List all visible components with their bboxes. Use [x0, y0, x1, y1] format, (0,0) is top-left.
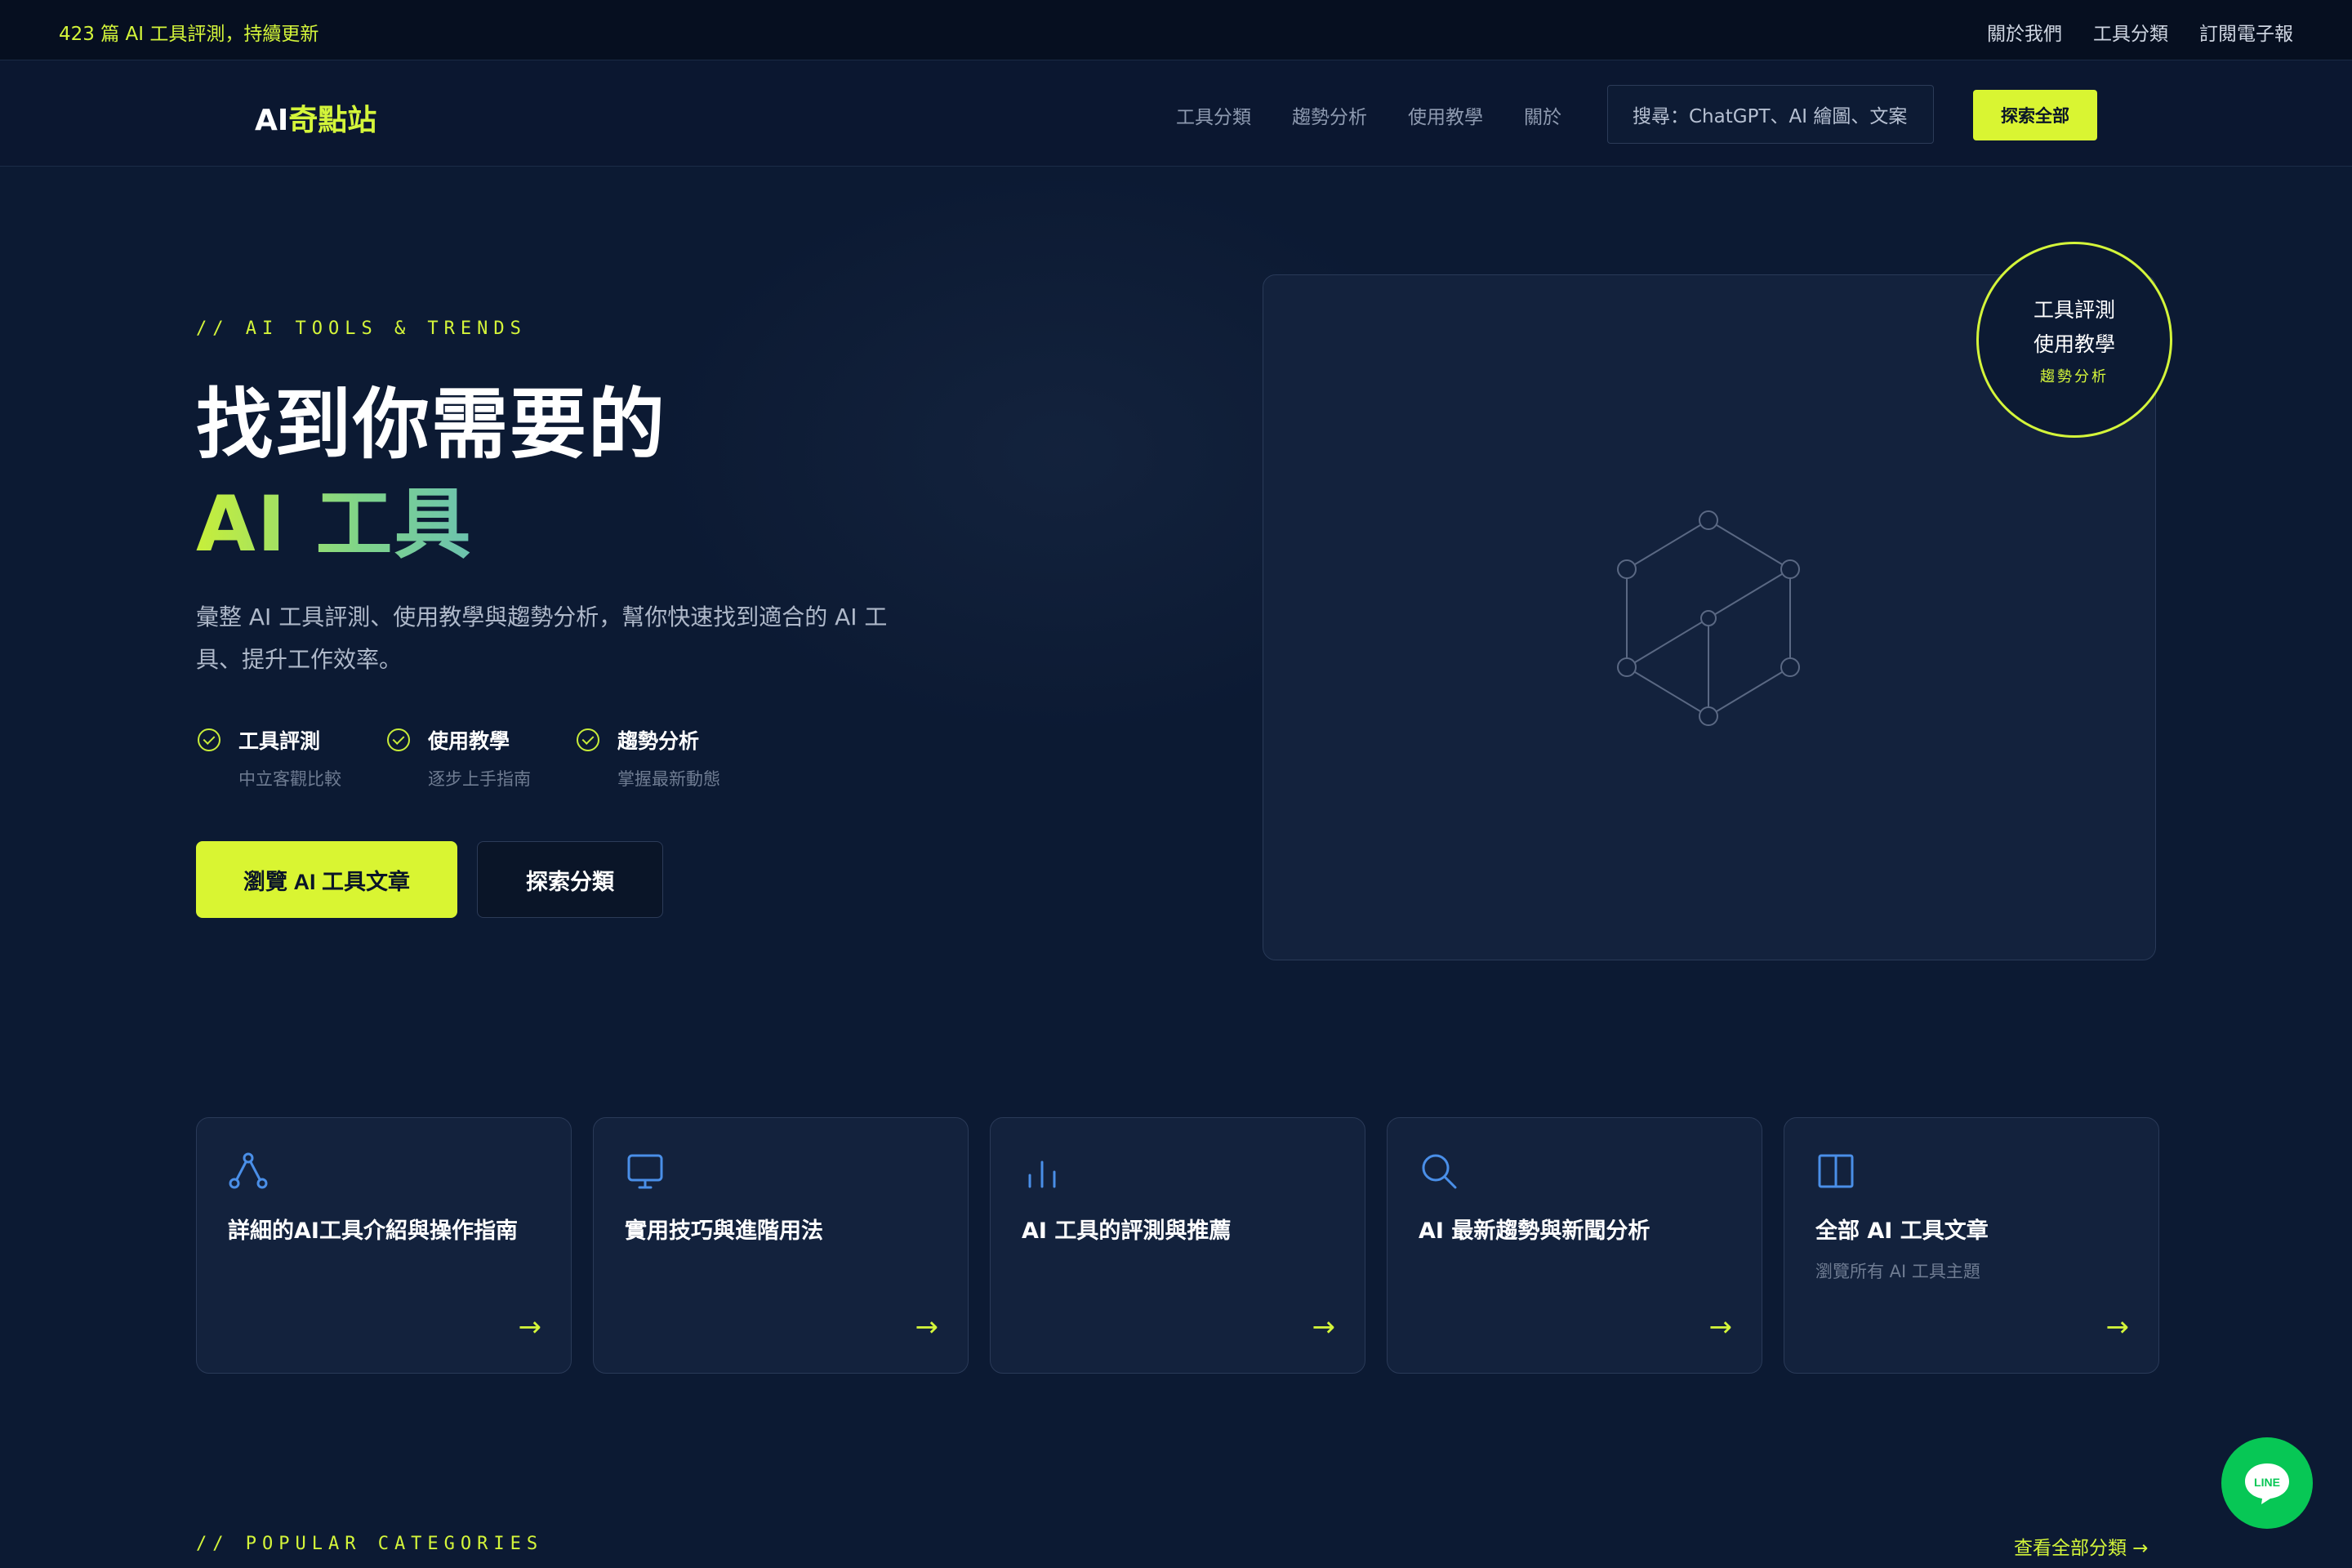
line-chat-button[interactable]: LINE: [2221, 1437, 2313, 1529]
hero-title-line2: AI 工具: [196, 475, 666, 575]
logo-prefix: AI: [255, 104, 289, 137]
bar-chart-icon: [1028, 1160, 1056, 1188]
badge-line2: 使用教學: [2033, 332, 2115, 356]
top-link-newsletter[interactable]: 訂閱電子報: [2199, 18, 2293, 46]
top-link-categories[interactable]: 工具分類: [2093, 18, 2168, 46]
hero-title-line1: 找到你需要的: [196, 381, 667, 470]
search-input[interactable]: 搜尋：ChatGPT、AI 繪圖、文案: [1607, 85, 1934, 144]
category-card-all[interactable]: 全部 AI 工具文章 瀏覽所有 AI 工具主題 →: [1784, 1117, 2159, 1374]
announcement-text: 423 篇 AI 工具評測，持續更新: [59, 24, 319, 45]
popular-categories-eyebrow: // POPULAR CATEGORIES: [196, 1534, 544, 1554]
feature-item: 工具評測 中立客觀比較: [196, 725, 343, 791]
nav-item-trends[interactable]: 趨勢分析: [1292, 101, 1367, 129]
category-card-tips[interactable]: 實用技巧與進階用法 →: [593, 1117, 969, 1374]
arrow-right-icon: →: [2105, 1311, 2130, 1343]
hero-title: 找到你需要的 AI 工具: [196, 376, 666, 575]
feature-badge: 工具評測 使用教學 趨勢分析: [1976, 242, 2172, 438]
card-title: 詳細的AI工具介紹與操作指南: [228, 1218, 518, 1244]
top-link-about[interactable]: 關於我們: [1987, 18, 2062, 46]
nav-item-about[interactable]: 關於: [1524, 101, 1561, 129]
card-subtitle: 瀏覽所有 AI 工具主題: [1815, 1262, 1980, 1281]
line-label: LINE: [2254, 1476, 2280, 1489]
site-logo[interactable]: AI奇點站: [255, 96, 376, 139]
card-title: AI 工具的評測與推薦: [1022, 1218, 1232, 1244]
logo-highlight: 奇點站: [288, 104, 377, 137]
browse-articles-button[interactable]: 瀏覽 AI 工具文章: [196, 841, 457, 918]
main-navbar: AI奇點站 工具分類 趨勢分析 使用教學 關於 搜尋：ChatGPT、AI 繪圖…: [0, 60, 2352, 167]
badge-line3: 趨勢分析: [2040, 368, 2109, 385]
feature-item: 趨勢分析 掌握最新動態: [575, 725, 722, 791]
arrow-right-icon: →: [518, 1311, 542, 1343]
hero-eyebrow: // AI TOOLS & TRENDS: [196, 318, 527, 339]
nav-item-categories[interactable]: 工具分類: [1176, 101, 1251, 129]
hero-features: 工具評測 中立客觀比較 使用教學 逐步上手指南 趨勢分析 掌握最新動態: [196, 725, 722, 791]
explore-categories-button[interactable]: 探索分類: [477, 841, 663, 918]
hero-description: 彙整 AI 工具評測、使用教學與趨勢分析，幫你快速找到適合的 AI 工具、提升工…: [196, 604, 888, 673]
check-circle-icon: [198, 728, 220, 751]
card-title: 全部 AI 工具文章: [1815, 1218, 1989, 1244]
category-card-trends[interactable]: AI 最新趨勢與新聞分析 →: [1387, 1117, 1762, 1374]
nav-menu: 工具分類 趨勢分析 使用教學 關於: [1176, 101, 1561, 129]
feature-title: 使用教學: [428, 729, 510, 753]
category-card-reviews[interactable]: AI 工具的評測與推薦 →: [990, 1117, 1365, 1374]
nav-item-tutorials[interactable]: 使用教學: [1408, 101, 1483, 129]
top-links: 關於我們 工具分類 訂閱電子報: [1987, 18, 2293, 46]
explore-all-button[interactable]: 探索全部: [1973, 90, 2097, 140]
arrow-right-icon: →: [915, 1311, 939, 1343]
view-all-categories-link[interactable]: 查看全部分類 →: [2014, 1532, 2149, 1560]
feature-subtitle: 中立客觀比較: [238, 769, 341, 789]
feature-subtitle: 掌握最新動態: [617, 769, 720, 789]
share-nodes-icon: [229, 1152, 268, 1189]
arrow-right-icon: →: [1708, 1311, 1733, 1343]
feature-title: 工具評測: [238, 729, 321, 753]
search-icon: [1422, 1154, 1457, 1189]
feature-title: 趨勢分析: [617, 729, 700, 753]
card-title: 實用技巧與進階用法: [625, 1218, 823, 1244]
category-card-guides[interactable]: 詳細的AI工具介紹與操作指南 →: [196, 1117, 572, 1374]
category-cards: 詳細的AI工具介紹與操作指南 → 實用技巧與進階用法 → AI 工具的評測與推薦…: [196, 1117, 2159, 1374]
check-circle-icon: [577, 728, 599, 751]
cube-network-icon: [1617, 510, 1800, 726]
card-title: AI 最新趨勢與新聞分析: [1419, 1218, 1650, 1244]
feature-subtitle: 逐步上手指南: [428, 769, 531, 789]
line-chat-icon: LINE: [2245, 1463, 2289, 1504]
check-circle-icon: [387, 728, 410, 751]
monitor-icon: [627, 1154, 663, 1189]
book-icon: [1818, 1154, 1854, 1188]
arrow-right-icon: →: [1312, 1311, 1336, 1343]
feature-item: 使用教學 逐步上手指南: [385, 725, 532, 791]
badge-line1: 工具評測: [2033, 298, 2115, 322]
top-announcement-bar: 423 篇 AI 工具評測，持續更新 關於我們 工具分類 訂閱電子報: [0, 0, 2352, 60]
